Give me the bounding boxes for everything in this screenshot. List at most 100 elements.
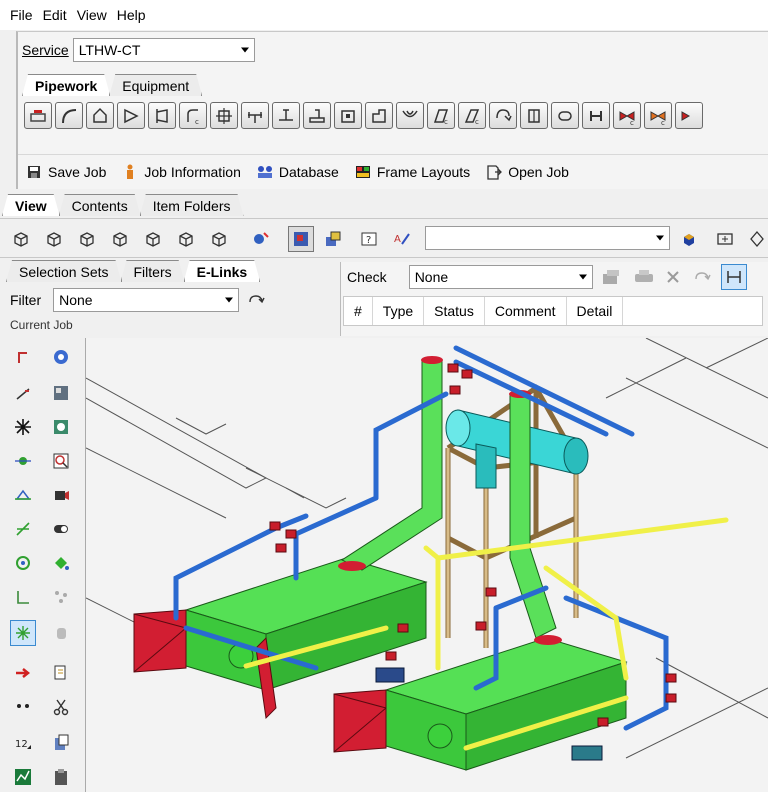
tab-pipework[interactable]: Pipework — [22, 74, 110, 96]
fitting-extra-button[interactable] — [675, 102, 703, 129]
view-combo-dropdown[interactable] — [425, 226, 670, 250]
model-viewport[interactable] — [86, 338, 768, 792]
fitting-elbow-c-button[interactable]: c — [179, 102, 207, 129]
check-run-icon[interactable] — [601, 268, 623, 286]
fitting-union-button[interactable] — [582, 102, 610, 129]
paste-tool[interactable] — [48, 730, 74, 756]
view-layers-button[interactable] — [320, 226, 346, 252]
snap-all-tool[interactable] — [10, 620, 36, 646]
refresh-icon[interactable] — [693, 270, 711, 284]
cut-tool[interactable] — [48, 694, 74, 720]
snap-end-tool[interactable] — [10, 584, 36, 610]
check-dropdown[interactable]: None — [408, 265, 593, 289]
fitting-cross-button[interactable] — [210, 102, 238, 129]
job-information-button[interactable]: Job Information — [122, 164, 241, 180]
snap-mid-tool[interactable] — [10, 482, 36, 508]
fitting-valve-button[interactable] — [24, 102, 52, 129]
draw-bend-tool[interactable] — [10, 344, 36, 370]
menu-help[interactable]: Help — [117, 7, 146, 23]
fitting-tee-4-button[interactable] — [334, 102, 362, 129]
view-iso-1-button[interactable] — [8, 226, 34, 252]
menu-edit[interactable]: Edit — [43, 7, 67, 23]
camera-tool[interactable] — [48, 482, 74, 508]
view-iso-7-button[interactable] — [206, 226, 232, 252]
view-render-button[interactable] — [288, 226, 314, 252]
frame-layouts-button[interactable]: Frame Layouts — [355, 164, 470, 180]
clipboard-tool[interactable] — [48, 764, 74, 790]
fitting-tee-3-button[interactable] — [303, 102, 331, 129]
column-header-comment[interactable]: Comment — [485, 297, 567, 325]
column-header-status[interactable]: Status — [424, 297, 485, 325]
view-help-button[interactable]: ? — [356, 226, 382, 252]
refresh-icon[interactable] — [247, 293, 265, 307]
fitting-valve-c-button[interactable]: c — [613, 102, 641, 129]
fitting-yconn-button[interactable] — [396, 102, 424, 129]
snap-perp-tool[interactable] — [10, 516, 36, 542]
arrow-tool[interactable] — [10, 660, 36, 686]
fitting-cap-button[interactable] — [551, 102, 579, 129]
view-iso-6-button[interactable] — [173, 226, 199, 252]
view-iso-4-button[interactable] — [107, 226, 133, 252]
fitting-reducer-button[interactable] — [86, 102, 114, 129]
tab-equipment[interactable]: Equipment — [109, 74, 202, 96]
snap-center-tool[interactable] — [10, 448, 36, 474]
copy-tool[interactable] — [48, 660, 74, 686]
fitting-hook-button[interactable] — [489, 102, 517, 129]
fitting-cone-button[interactable] — [117, 102, 145, 129]
view-rotate-button[interactable] — [744, 226, 768, 252]
tab-view[interactable]: View — [2, 194, 60, 216]
column-header-number[interactable]: # — [344, 297, 373, 325]
view-spell-button[interactable]: A — [389, 226, 415, 252]
column-header-detail[interactable]: Detail — [567, 297, 624, 325]
database-button[interactable]: Database — [257, 164, 339, 180]
column-header-type[interactable]: Type — [373, 297, 425, 325]
snap-point-tool[interactable] — [10, 414, 36, 440]
tab-selection-sets[interactable]: Selection Sets — [6, 260, 122, 282]
snap-node-tool[interactable] — [10, 550, 36, 576]
service-dropdown[interactable]: LTHW-CT — [72, 38, 255, 62]
view-iso-3-button[interactable] — [74, 226, 100, 252]
printer-icon[interactable] — [633, 268, 655, 286]
fitting-bend-button[interactable] — [55, 102, 83, 129]
save-job-button[interactable]: Save Job — [26, 164, 106, 180]
filter-dropdown[interactable]: None — [53, 288, 240, 312]
paint-tool[interactable] — [48, 550, 74, 576]
view-target-tool[interactable] — [48, 344, 74, 370]
pipe-check-icon[interactable] — [720, 264, 747, 290]
draw-line-tool[interactable] — [10, 380, 36, 406]
zoom-tool[interactable] — [48, 448, 74, 474]
info-person-icon — [122, 164, 138, 180]
view-grid-tool[interactable] — [48, 380, 74, 406]
view-orbit-button[interactable] — [248, 226, 274, 252]
view-window-button[interactable] — [712, 226, 738, 252]
tab-item-folders[interactable]: Item Folders — [140, 194, 244, 216]
number-tool[interactable]: 12 — [10, 730, 36, 756]
view-iso-5-button[interactable] — [140, 226, 166, 252]
flange-icon — [156, 108, 168, 123]
open-job-button[interactable]: Open Job — [486, 164, 569, 180]
fitting-valve-c2-button[interactable]: c — [644, 102, 672, 129]
fitting-coupling-button[interactable] — [520, 102, 548, 129]
fitting-bend-c2-button[interactable]: c — [458, 102, 486, 129]
3d-model-view[interactable] — [86, 338, 768, 792]
fitting-tee-5-button[interactable] — [365, 102, 393, 129]
fitting-tee-2-button[interactable] — [272, 102, 300, 129]
menu-view[interactable]: View — [77, 7, 107, 23]
dots-tool[interactable] — [10, 694, 36, 720]
fitting-tee-button[interactable] — [241, 102, 269, 129]
tab-e-links[interactable]: E-Links — [184, 260, 261, 282]
view-fit-tool[interactable] — [48, 414, 74, 440]
tab-contents[interactable]: Contents — [59, 194, 141, 216]
fitting-bend-c-button[interactable]: c — [427, 102, 455, 129]
disabled-tool-2[interactable] — [48, 620, 74, 646]
view-cube-color-button[interactable] — [676, 226, 702, 252]
fitting-flange-button[interactable] — [148, 102, 176, 129]
view-iso-2-button[interactable] — [41, 226, 67, 252]
graph-tool[interactable] — [10, 764, 36, 790]
close-icon[interactable] — [665, 269, 681, 285]
open-document-icon — [486, 164, 503, 180]
disabled-tool-1[interactable] — [48, 584, 74, 610]
view-toggle-tool[interactable] — [48, 516, 74, 542]
menu-file[interactable]: File — [10, 7, 33, 23]
tab-filters[interactable]: Filters — [121, 260, 185, 282]
